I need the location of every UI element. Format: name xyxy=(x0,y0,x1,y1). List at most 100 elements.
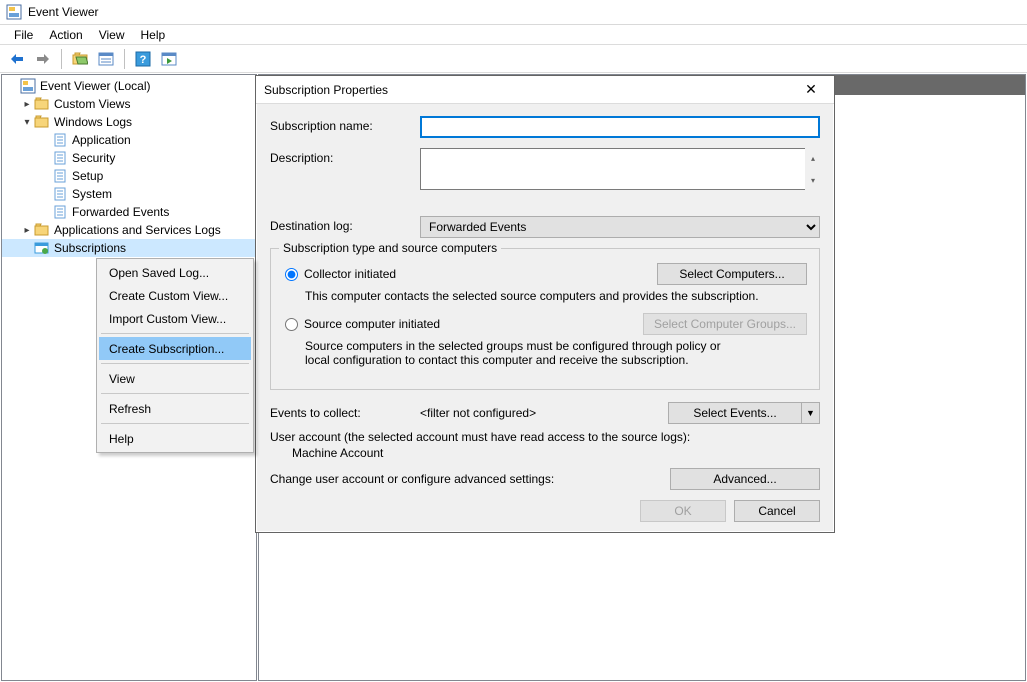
dialog-title: Subscription Properties xyxy=(264,83,388,97)
tree-label: Custom Views xyxy=(54,97,130,111)
tb-folder-button[interactable] xyxy=(69,48,91,70)
chevron-down-icon[interactable]: ▾ xyxy=(805,169,821,191)
log-icon xyxy=(52,132,68,148)
destination-log-label: Destination log: xyxy=(270,216,420,233)
events-filter-value: <filter not configured> xyxy=(420,406,660,420)
user-account-value: Machine Account xyxy=(292,446,820,460)
subscription-properties-dialog: Subscription Properties ✕ Subscription n… xyxy=(255,75,835,533)
toolbar: ? xyxy=(0,45,1027,73)
svg-text:?: ? xyxy=(140,54,147,66)
cancel-button[interactable]: Cancel xyxy=(734,500,820,522)
tree-label: Forwarded Events xyxy=(72,205,169,219)
ctx-separator xyxy=(101,423,249,424)
ctx-view[interactable]: View xyxy=(99,367,251,390)
expand-icon[interactable]: ▸ xyxy=(20,99,34,110)
tree-label: Application xyxy=(72,133,131,147)
tb-action-button[interactable] xyxy=(158,48,180,70)
chevron-up-icon[interactable]: ▴ xyxy=(805,147,821,169)
tree-label: Security xyxy=(72,151,115,165)
log-icon xyxy=(52,150,68,166)
collector-initiated-label: Collector initiated xyxy=(304,267,396,281)
ctx-import-custom-view[interactable]: Import Custom View... xyxy=(99,307,251,330)
toolbar-sep xyxy=(124,49,125,69)
ctx-refresh[interactable]: Refresh xyxy=(99,397,251,420)
source-initiated-label: Source computer initiated xyxy=(304,317,440,331)
expand-icon[interactable]: ▸ xyxy=(20,225,34,236)
destination-log-select[interactable]: Forwarded Events xyxy=(420,216,820,238)
tree-system[interactable]: System xyxy=(2,185,256,203)
dialog-close-button[interactable]: ✕ xyxy=(796,79,826,101)
tree-label: Event Viewer (Local) xyxy=(40,79,151,93)
nav-back-button[interactable] xyxy=(6,48,28,70)
tree-forwarded[interactable]: Forwarded Events xyxy=(2,203,256,221)
dialog-body: Subscription name: Description: ▴▾ Desti… xyxy=(256,104,834,532)
ctx-help[interactable]: Help xyxy=(99,427,251,450)
tree-security[interactable]: Security xyxy=(2,149,256,167)
tree-apps-services[interactable]: ▸ Applications and Services Logs xyxy=(2,221,256,239)
menu-help[interactable]: Help xyxy=(133,26,174,44)
select-events-button[interactable]: Select Events... xyxy=(668,402,802,424)
tb-properties-button[interactable] xyxy=(95,48,117,70)
ok-button: OK xyxy=(640,500,726,522)
select-events-splitbutton[interactable]: Select Events... ▼ xyxy=(668,402,820,424)
folder-open-icon xyxy=(34,114,50,130)
select-computer-groups-button: Select Computer Groups... xyxy=(643,313,807,335)
description-spinner[interactable]: ▴▾ xyxy=(805,147,821,191)
collector-initiated-desc: This computer contacts the selected sour… xyxy=(305,289,807,303)
app-icon xyxy=(6,4,22,20)
tree-label: Applications and Services Logs xyxy=(54,223,221,237)
log-icon xyxy=(52,186,68,202)
ctx-separator xyxy=(101,393,249,394)
subscription-type-group: Subscription type and source computers C… xyxy=(270,248,820,390)
tree-label: Subscriptions xyxy=(54,241,126,255)
advanced-settings-label: Change user account or configure advance… xyxy=(270,472,660,486)
collapse-icon[interactable]: ▾ xyxy=(20,117,34,128)
subscription-name-input[interactable] xyxy=(420,116,820,138)
select-events-dropdown[interactable]: ▼ xyxy=(802,402,820,424)
subscription-name-label: Subscription name: xyxy=(270,116,420,133)
description-label: Description: xyxy=(270,148,420,165)
folder-icon xyxy=(34,96,50,112)
tree-setup[interactable]: Setup xyxy=(2,167,256,185)
group-legend: Subscription type and source computers xyxy=(279,241,501,255)
tree: Event Viewer (Local) ▸ Custom Views ▾ Wi… xyxy=(2,75,256,257)
source-initiated-radio[interactable] xyxy=(285,318,298,331)
ctx-create-subscription[interactable]: Create Subscription... xyxy=(99,337,251,360)
ctx-create-custom-view[interactable]: Create Custom View... xyxy=(99,284,251,307)
tree-label: Setup xyxy=(72,169,103,183)
tree-label: Windows Logs xyxy=(54,115,132,129)
titlebar: Event Viewer xyxy=(0,0,1027,25)
user-account-label: User account (the selected account must … xyxy=(270,430,820,444)
eventviewer-icon xyxy=(20,78,36,94)
events-to-collect-label: Events to collect: xyxy=(270,406,420,420)
app-title: Event Viewer xyxy=(28,5,98,19)
log-icon xyxy=(52,168,68,184)
dialog-titlebar[interactable]: Subscription Properties ✕ xyxy=(256,76,834,104)
tree-subscriptions[interactable]: Subscriptions xyxy=(2,239,256,257)
subscriptions-icon xyxy=(34,240,50,256)
tree-application[interactable]: Application xyxy=(2,131,256,149)
context-menu: Open Saved Log... Create Custom View... … xyxy=(96,258,254,453)
tree-root[interactable]: Event Viewer (Local) xyxy=(2,77,256,95)
folder-icon xyxy=(34,222,50,238)
advanced-button[interactable]: Advanced... xyxy=(670,468,820,490)
select-computers-button[interactable]: Select Computers... xyxy=(657,263,807,285)
toolbar-sep xyxy=(61,49,62,69)
tree-label: System xyxy=(72,187,112,201)
tree-custom-views[interactable]: ▸ Custom Views xyxy=(2,95,256,113)
menu-view[interactable]: View xyxy=(91,26,133,44)
ctx-separator xyxy=(101,363,249,364)
ctx-separator xyxy=(101,333,249,334)
source-initiated-desc: Source computers in the selected groups … xyxy=(305,339,725,367)
description-input[interactable] xyxy=(420,148,820,190)
menu-action[interactable]: Action xyxy=(41,26,90,44)
ctx-open-saved-log[interactable]: Open Saved Log... xyxy=(99,261,251,284)
menu-file[interactable]: File xyxy=(6,26,41,44)
menubar: File Action View Help xyxy=(0,25,1027,45)
tree-windows-logs[interactable]: ▾ Windows Logs xyxy=(2,113,256,131)
tb-help-button[interactable]: ? xyxy=(132,48,154,70)
collector-initiated-radio[interactable] xyxy=(285,268,298,281)
log-icon xyxy=(52,204,68,220)
nav-forward-button[interactable] xyxy=(32,48,54,70)
dialog-footer: OK Cancel xyxy=(270,500,820,522)
